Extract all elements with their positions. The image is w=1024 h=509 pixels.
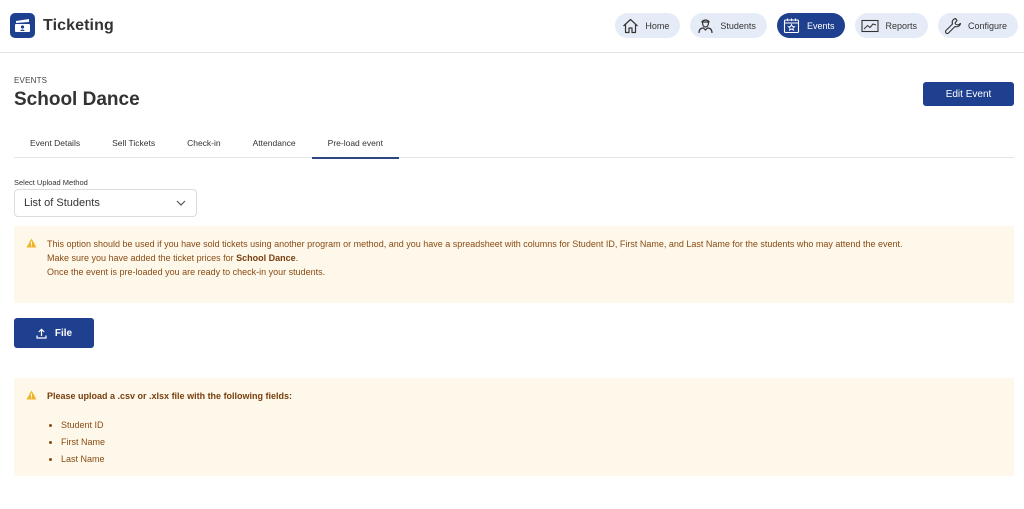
info-line-1: This option should be used if you have s… bbox=[47, 239, 903, 249]
list-item: First Name bbox=[61, 434, 1002, 451]
fields-heading: Please upload a .csv or .xlsx file with … bbox=[47, 391, 293, 401]
nav-configure-label: Configure bbox=[967, 20, 1007, 31]
list-item: Student ID bbox=[61, 417, 1002, 434]
info-event-name: School Dance bbox=[236, 253, 296, 263]
event-tabs: Event Details Sell Tickets Check-in Atte… bbox=[14, 128, 1014, 159]
nav-events[interactable]: Events bbox=[776, 13, 846, 38]
ticket-building-icon bbox=[10, 13, 35, 38]
tab-check-in[interactable]: Check-in bbox=[171, 128, 237, 158]
nav-home[interactable]: Home bbox=[615, 13, 681, 38]
required-fields-list: Student ID First Name Last Name bbox=[47, 417, 1002, 468]
required-fields-alert: Please upload a .csv or .xlsx file with … bbox=[14, 378, 1014, 476]
wrench-icon bbox=[944, 17, 962, 35]
nav-home-label: Home bbox=[645, 20, 670, 31]
preload-info-alert: This option should be used if you have s… bbox=[14, 226, 1014, 303]
home-icon bbox=[621, 17, 639, 35]
top-bar: Ticketing Home Students Events Reports C… bbox=[0, 0, 1024, 53]
info-line-2-prefix: Make sure you have added the ticket pric… bbox=[47, 253, 237, 263]
nav-events-label: Events bbox=[806, 20, 835, 31]
tab-sell-tickets[interactable]: Sell Tickets bbox=[96, 128, 171, 158]
upload-file-button[interactable]: File bbox=[14, 318, 94, 348]
upload-method-value: List of Students bbox=[24, 197, 100, 209]
section-eyebrow: EVENTS bbox=[14, 76, 48, 85]
main-nav: Home Students Events Reports Configure bbox=[615, 13, 1018, 38]
info-line-3: Once the event is pre-loaded you are rea… bbox=[47, 267, 326, 277]
warning-icon bbox=[26, 390, 37, 402]
list-item: Last Name bbox=[61, 451, 1002, 468]
nav-reports-label: Reports bbox=[885, 20, 917, 31]
tab-event-details[interactable]: Event Details bbox=[14, 128, 96, 158]
tab-pre-load-event[interactable]: Pre-load event bbox=[311, 128, 400, 159]
nav-configure[interactable]: Configure bbox=[937, 13, 1018, 38]
nav-students-label: Students bbox=[720, 20, 756, 31]
upload-file-label: File bbox=[54, 327, 73, 339]
nav-students[interactable]: Students bbox=[690, 13, 767, 38]
nav-reports[interactable]: Reports bbox=[855, 13, 928, 38]
calendar-star-icon bbox=[783, 17, 801, 35]
upload-icon bbox=[36, 327, 47, 339]
brand[interactable]: Ticketing bbox=[10, 13, 114, 38]
upload-method-select[interactable]: List of Students bbox=[14, 189, 197, 217]
info-line-2-suffix: . bbox=[295, 253, 299, 263]
chevron-down-icon bbox=[176, 197, 186, 209]
app-title: Ticketing bbox=[43, 16, 114, 34]
info-line-2: Make sure you have added the ticket pric… bbox=[47, 251, 1002, 265]
edit-event-button[interactable]: Edit Event bbox=[923, 82, 1014, 106]
chart-line-icon bbox=[861, 17, 880, 35]
warning-icon bbox=[26, 238, 37, 252]
tab-attendance[interactable]: Attendance bbox=[237, 128, 312, 158]
student-icon bbox=[696, 17, 714, 35]
upload-method-label: Select Upload Method bbox=[14, 178, 88, 187]
page-title: School Dance bbox=[14, 89, 140, 110]
